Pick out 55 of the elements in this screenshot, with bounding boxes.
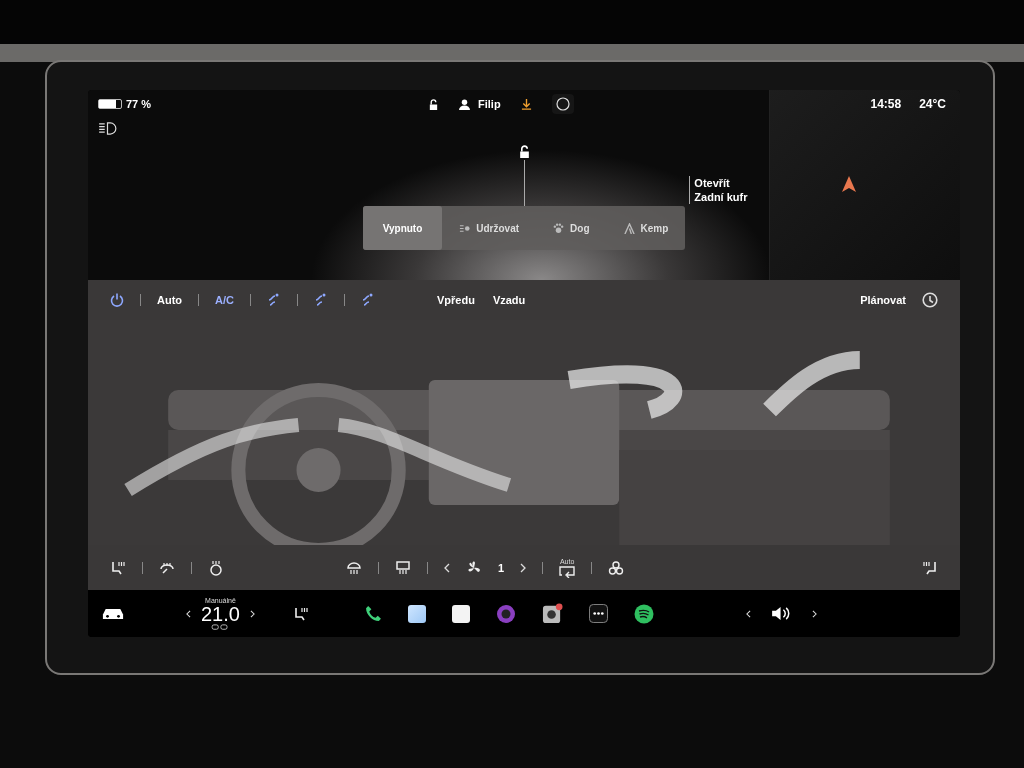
mode-tab[interactable]: Udržovat [442,206,537,250]
clock-time: 14:58 [870,97,902,111]
more-icon[interactable] [588,604,608,623]
power-icon[interactable] [110,293,124,307]
temperature-increase-button[interactable] [249,609,255,618]
previous-button[interactable] [745,609,751,618]
biohazard-icon[interactable] [608,559,625,576]
zone-tab[interactable]: Vpředu [437,294,475,306]
open-trunk-label[interactable]: Otevřít Zadní kufr [689,176,748,204]
next-button[interactable] [811,609,817,618]
rear-defrost-icon[interactable] [395,559,411,576]
seat-icon [211,623,230,631]
fan-speed: 1 [498,561,505,574]
volume-icon[interactable] [770,606,792,621]
temperature-decrease-button[interactable] [186,609,191,618]
download-icon[interactable] [520,98,532,110]
battery-percent: 77 % [126,98,152,110]
paw-icon [553,222,565,234]
zone-tab[interactable]: Vzadu [492,294,526,306]
airflow-icon[interactable] [314,293,328,307]
mode-tab[interactable]: Vypnuto [362,206,443,250]
seat-heater-icon[interactable] [110,559,126,576]
app-icon[interactable] [407,604,426,623]
seat-heater-icon[interactable] [922,559,938,576]
climate-button[interactable]: A/C [215,294,234,306]
trunk-unlock-icon[interactable] [517,145,531,158]
front-defrost-icon[interactable] [346,559,362,576]
tent-icon [623,222,635,234]
climate-button[interactable]: Auto [157,294,183,306]
seat-heater-icon[interactable] [292,605,309,622]
steering-wheel-heater-icon[interactable] [208,559,224,576]
headlight-icon[interactable] [98,122,117,135]
user-name[interactable]: Filip [478,98,501,110]
car-icon[interactable] [102,607,124,620]
app-icon[interactable] [451,604,470,623]
fan-decrease-button[interactable] [444,562,450,573]
airflow-icon[interactable] [267,293,281,307]
cabin-temperature[interactable]: 21.0 [201,603,240,624]
fan-mode-icon [459,222,471,234]
airflow-icon[interactable] [361,293,375,307]
battery-icon [98,99,122,109]
clock-icon[interactable] [922,292,938,308]
user-icon [459,98,470,110]
camera-icon[interactable] [541,603,563,624]
schedule-button[interactable]: Plánovat [860,294,906,306]
mode-tab[interactable]: Dog [536,206,607,250]
music-app-icon[interactable] [633,603,654,624]
fan-increase-button[interactable] [520,562,527,573]
outside-temperature: 24°C [919,97,946,111]
lens-app-icon[interactable] [495,603,516,624]
mode-tab[interactable]: Kemp [606,206,686,250]
phone-icon[interactable] [364,605,382,622]
navigation-arrow-icon [842,176,856,192]
unlock-icon[interactable] [428,98,439,110]
recirculation-icon[interactable] [559,565,576,578]
